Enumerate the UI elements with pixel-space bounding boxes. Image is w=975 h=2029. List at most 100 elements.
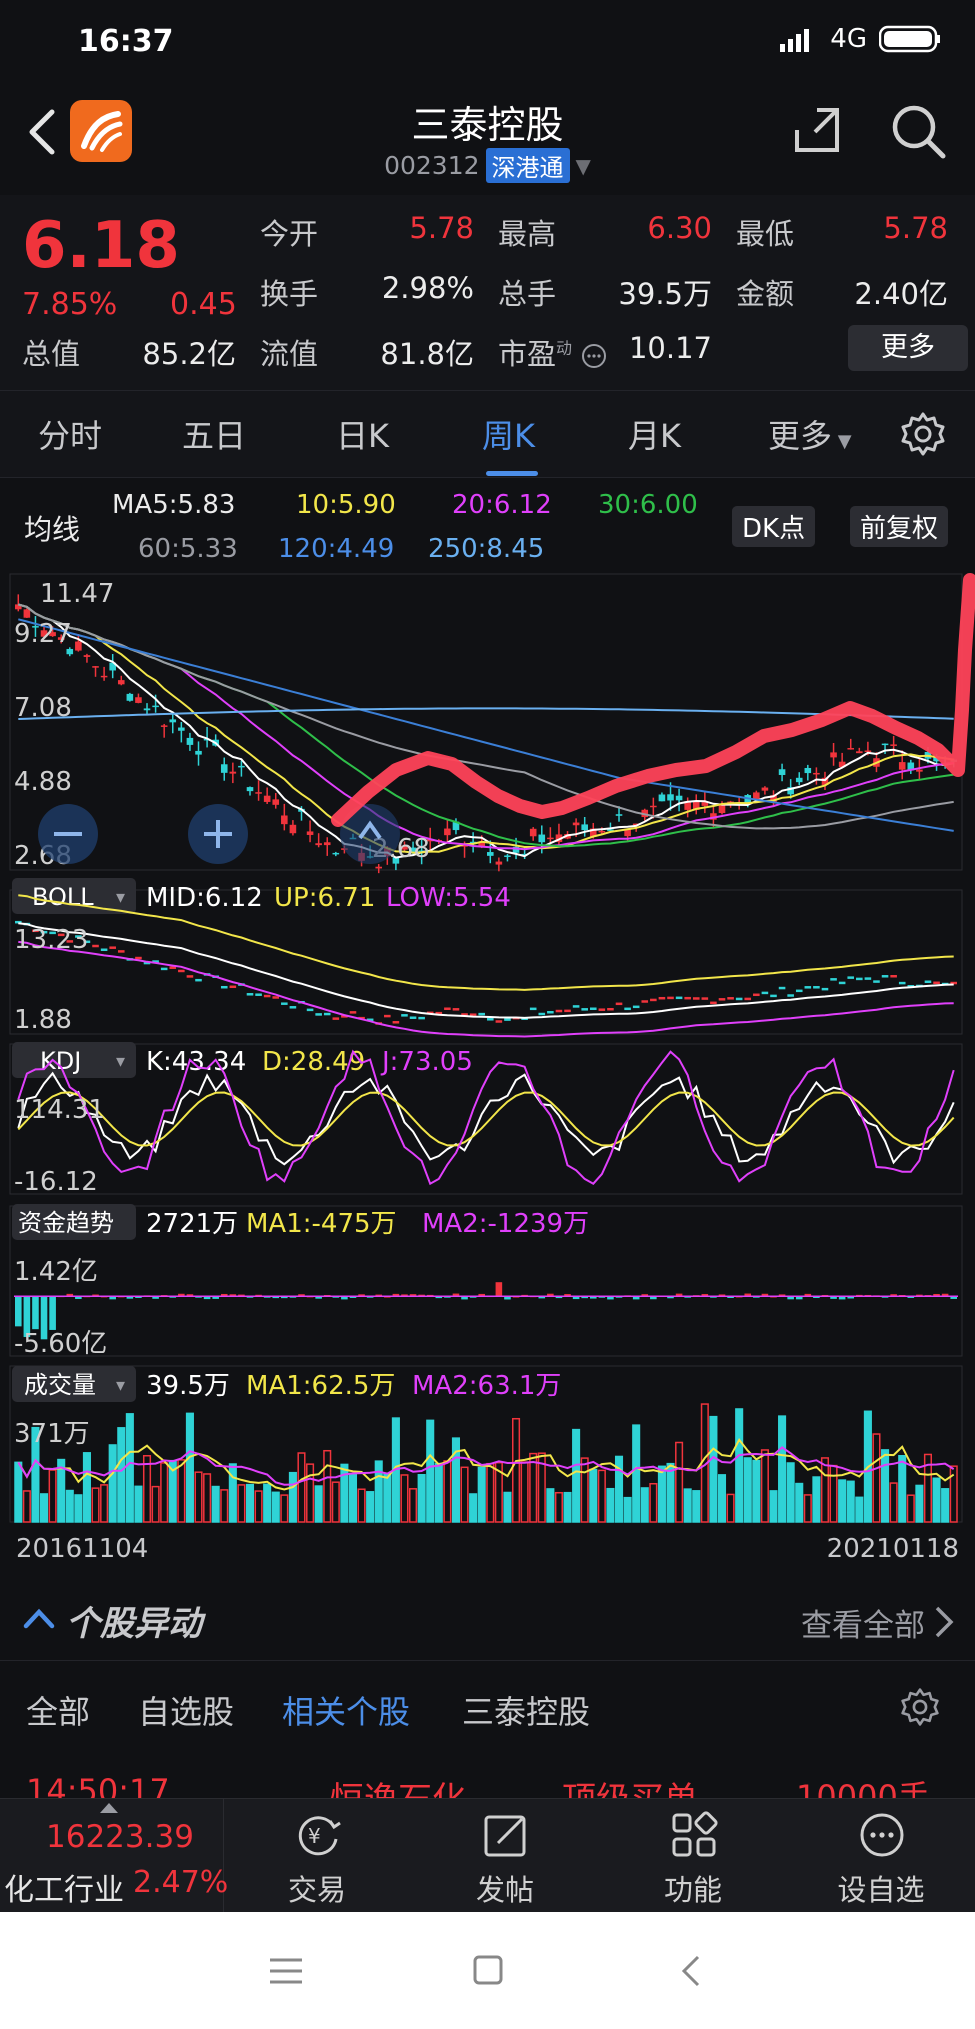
candle-body [504,855,511,857]
tab-more[interactable]: 更多 ▼ [768,411,852,457]
candle-body [375,866,383,869]
industry-index[interactable]: 16223.39 化工行业 2.47% [0,1799,228,1913]
volume-bar [511,1417,521,1523]
period-tabs: 分时 五日 日K 周K 月K 更多 ▼ [0,390,975,478]
fund-bar [15,1296,22,1327]
nav-functions[interactable]: 功能 [618,1799,768,1913]
volume-bar [752,1459,761,1523]
kline-chart-area[interactable]: 9.27 7.08 4.88 2.68 11.47 2.68 BOLL ▾ MI… [0,570,975,1530]
volume-bar [331,1481,340,1523]
alert-quantity: 10000手 [796,1778,930,1798]
volume-bar [142,1455,152,1523]
boll-bar [924,980,932,984]
high-value: 6.30 [647,211,712,245]
volume-bar [812,1476,821,1523]
alert-row[interactable]: 14:50:17 恒逸石化 顶级买单 10000手 [0,1750,975,1798]
nav-post[interactable]: 发帖 [430,1799,580,1913]
ma5-line [18,603,954,859]
info-icon[interactable] [581,343,607,369]
volume-bar [160,1462,169,1523]
volume-bar [400,1474,409,1523]
signal-icon [780,29,810,52]
alert-tab-stock[interactable]: 三泰控股 [462,1687,590,1733]
candle-body [581,824,588,831]
zoom-out-button[interactable] [38,804,98,864]
candle-body [160,725,168,727]
tab-monthly-k[interactable]: 月K [628,411,681,457]
open-label: 今开 [260,217,319,251]
candle-body [143,708,151,711]
alert-settings-gear-icon[interactable] [900,1687,940,1727]
boll-bar [555,1009,563,1013]
volume-bar [271,1491,280,1523]
candle-body [547,837,554,840]
tab-weekly-k[interactable]: 周K [482,411,535,457]
candle-body [615,814,623,816]
tab-intraday[interactable]: 分时 [38,411,102,457]
stock-header: 三泰控股 002312 深港通 ▼ [0,90,975,195]
view-all-link[interactable]: 查看全部 [801,1600,925,1645]
alert-stock: 恒逸石化 [330,1772,466,1798]
volume-bar [486,1462,495,1523]
home-square-icon[interactable] [472,1954,504,1986]
edit-post-icon [484,1815,526,1857]
boll-bar [323,1012,331,1016]
alert-tab-related[interactable]: 相关个股 [282,1687,410,1733]
boll-bar [821,987,829,991]
candle-body [100,675,108,678]
volume-bar [323,1449,332,1523]
volume-bar [426,1419,435,1523]
candle-body [495,861,503,865]
boll-bar [718,998,726,1001]
alerts-header[interactable]: 个股异动 查看全部 [0,1580,975,1660]
pe-value: 10.17 [628,331,712,365]
back-triangle-icon[interactable] [680,1954,704,1988]
ma250-value: 250:8.45 [428,534,545,564]
volume-bar [881,1449,890,1523]
volume-bar [374,1460,383,1523]
volume-bar [340,1463,349,1523]
boll-bar [487,1018,494,1021]
quote-panel: 6.18 7.85% 0.45 总值 85.2亿 今开 5.78 换手 2.98… [0,195,975,390]
alerts-title: 个股异动 [66,1604,202,1644]
boll-bar [744,997,752,1001]
dk-point-button[interactable]: DK点 [732,506,816,547]
tab-five-day[interactable]: 五日 [182,411,246,457]
volume-bar [117,1427,126,1523]
share-icon[interactable] [789,102,845,158]
search-icon[interactable] [889,102,947,160]
alert-tab-watchlist[interactable]: 自选股 [138,1687,234,1733]
index-name: 化工行业 [4,1873,124,1908]
volume-bar [91,1487,100,1523]
nav-trade[interactable]: ¥ 交易 [242,1799,392,1913]
menu-icon[interactable] [268,1956,304,1986]
more-button[interactable]: 更多 [848,325,968,371]
boll-bar [607,1007,614,1011]
adjust-mode-button[interactable]: 前复权 [850,506,949,547]
boll-bar [727,997,734,1000]
alert-tab-all[interactable]: 全部 [26,1687,90,1733]
candle-body [272,799,280,805]
dropdown-arrow-icon: ▾ [116,1051,125,1072]
nav-functions-label: 功能 [663,1873,722,1907]
status-time: 16:37 [78,24,174,59]
boll-bar [289,1006,297,1009]
volume-bar [280,1494,289,1523]
volume-bar [74,1494,83,1523]
candle-body [795,777,803,783]
tab-daily-k[interactable]: 日K [336,411,389,457]
boll-bar [186,975,194,978]
nav-add-watchlist[interactable]: 设自选 [806,1799,956,1913]
candle-body [75,641,82,651]
market-cap-label: 总值 [22,337,81,371]
boll-bar [650,998,657,1002]
volume-bar [717,1474,727,1523]
kdj-name: KDJ [40,1047,81,1075]
volume-bar [366,1491,375,1523]
zoom-in-button[interactable] [188,804,248,864]
volume-bar [735,1408,744,1523]
fund-bar [49,1296,56,1330]
last-price: 6.18 [22,209,180,283]
boll-bar [641,1000,649,1003]
settings-gear-icon[interactable] [900,411,946,457]
